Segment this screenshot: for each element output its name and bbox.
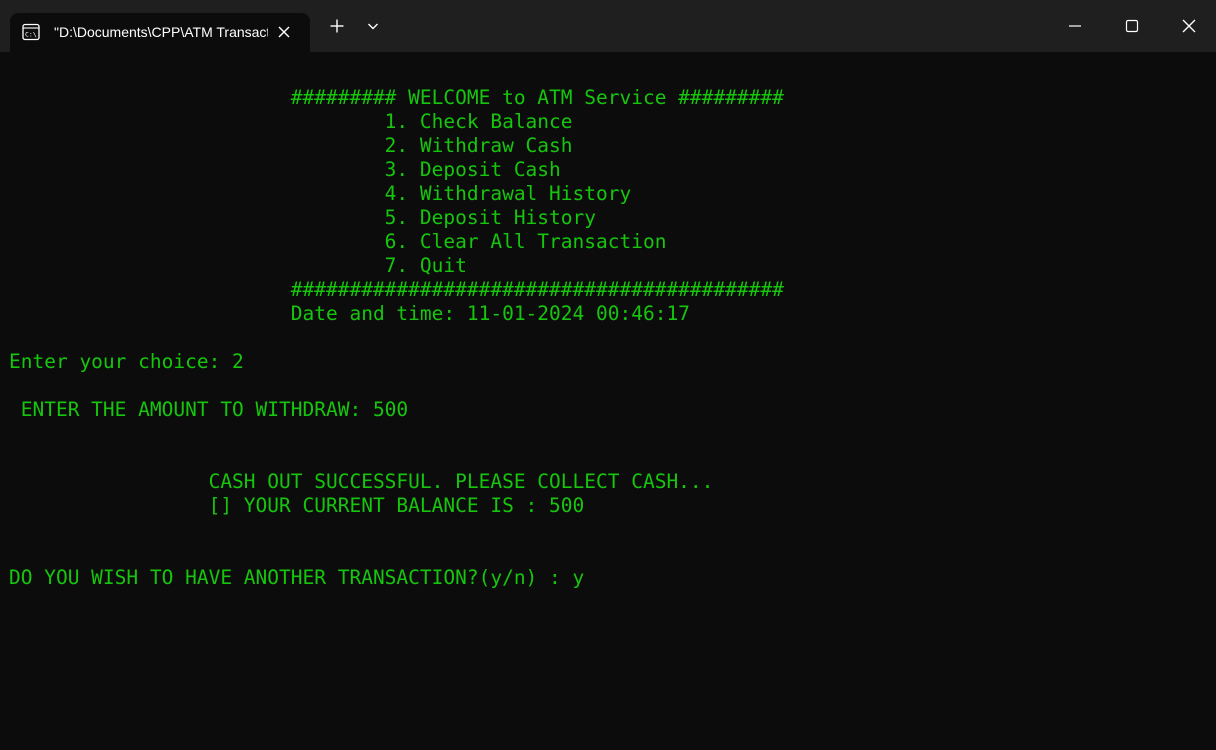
close-icon <box>1182 19 1196 33</box>
terminal-line: 1. Check Balance <box>9 110 573 133</box>
terminal-window: C:\ "D:\Documents\CPP\ATM Transaction.ex… <box>0 0 1216 750</box>
plus-icon <box>330 19 344 33</box>
terminal-line: 2. Withdraw Cash <box>9 134 573 157</box>
maximize-icon <box>1125 19 1139 33</box>
maximize-button[interactable] <box>1105 0 1159 52</box>
terminal-line: ######### WELCOME to ATM Service #######… <box>9 86 784 109</box>
console-icon: C:\ <box>22 23 40 41</box>
terminal-line: CASH OUT SUCCESSFUL. PLEASE COLLECT CASH… <box>9 470 714 493</box>
tab-dropdown-button[interactable] <box>358 0 388 52</box>
terminal-line: ENTER THE AMOUNT TO WITHDRAW: 500 <box>9 398 409 421</box>
terminal-line: 3. Deposit Cash <box>9 158 561 181</box>
svg-text:C:\: C:\ <box>25 31 37 39</box>
tab-title: "D:\Documents\CPP\ATM Transaction.exe" <box>54 24 268 40</box>
terminal-line: Enter your choice: 2 <box>9 350 244 373</box>
close-button[interactable] <box>1162 0 1216 52</box>
terminal-line: 7. Quit <box>9 254 467 277</box>
chevron-down-icon <box>368 23 378 30</box>
terminal-line: 6. Clear All Transaction <box>9 230 667 253</box>
terminal-tab[interactable]: C:\ "D:\Documents\CPP\ATM Transaction.ex… <box>10 13 310 52</box>
tab-close-icon[interactable] <box>274 22 294 42</box>
terminal-line: [] YOUR CURRENT BALANCE IS : 500 <box>9 494 585 517</box>
minimize-button[interactable] <box>1048 0 1102 52</box>
minimize-icon <box>1069 25 1081 27</box>
terminal-line: 5. Deposit History <box>9 206 596 229</box>
title-bar[interactable]: C:\ "D:\Documents\CPP\ATM Transaction.ex… <box>0 0 1216 52</box>
terminal-line: DO YOU WISH TO HAVE ANOTHER TRANSACTION?… <box>9 566 585 589</box>
terminal-output[interactable]: ######### WELCOME to ATM Service #######… <box>0 52 1216 750</box>
new-tab-button[interactable] <box>320 0 354 52</box>
terminal-line: ########################################… <box>9 278 784 301</box>
terminal-line: Date and time: 11-01-2024 00:46:17 <box>9 302 690 325</box>
terminal-line: 4. Withdrawal History <box>9 182 632 205</box>
